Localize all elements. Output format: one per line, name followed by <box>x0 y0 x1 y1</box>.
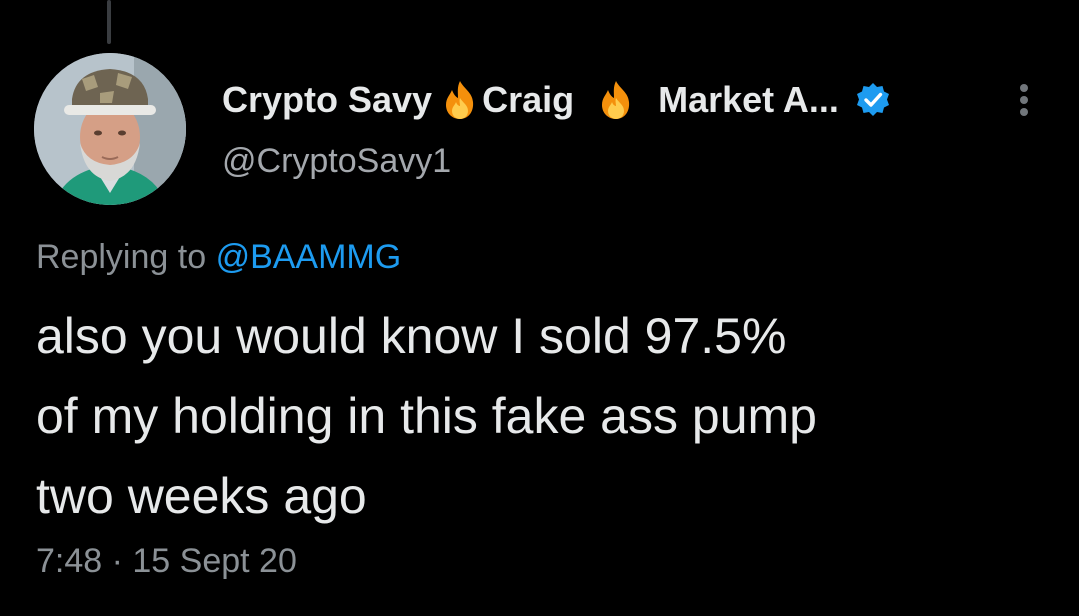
replying-to-label: Replying to <box>36 238 207 276</box>
more-dot <box>1020 108 1028 116</box>
reply-mention-link[interactable]: @BAAMMG <box>216 238 402 276</box>
author-display-name[interactable]: Crypto Savy Craig Market A... <box>222 74 982 126</box>
more-dot <box>1020 96 1028 104</box>
avatar-image <box>34 53 186 205</box>
verified-badge-icon <box>855 82 891 118</box>
more-options-icon[interactable] <box>1012 80 1036 120</box>
tweet-header: Crypto Savy Craig Market A... @CryptoSav… <box>222 74 982 181</box>
author-handle[interactable]: @CryptoSavy1 <box>222 142 982 181</box>
author-name-part: Market A... <box>658 79 839 120</box>
author-name-part: Crypto Savy <box>222 79 433 120</box>
more-dot <box>1020 84 1028 92</box>
tweet-body: also you would know I sold 97.5% of my h… <box>36 296 1046 536</box>
replying-to: Replying to @BAAMMG <box>36 238 401 277</box>
tweet-text-line: two weeks ago <box>36 468 367 524</box>
fire-icon <box>594 78 638 122</box>
avatar[interactable] <box>34 53 186 205</box>
author-name-part: Craig <box>482 79 575 120</box>
tweet-timestamp[interactable]: 7:48 · 15 Sept 20 <box>36 542 297 581</box>
thread-connector-line <box>107 0 111 44</box>
tweet-text-line: also you would know I sold 97.5% <box>36 308 787 364</box>
fire-icon <box>438 78 482 122</box>
tweet-text-line: of my holding in this fake ass pump <box>36 388 817 444</box>
